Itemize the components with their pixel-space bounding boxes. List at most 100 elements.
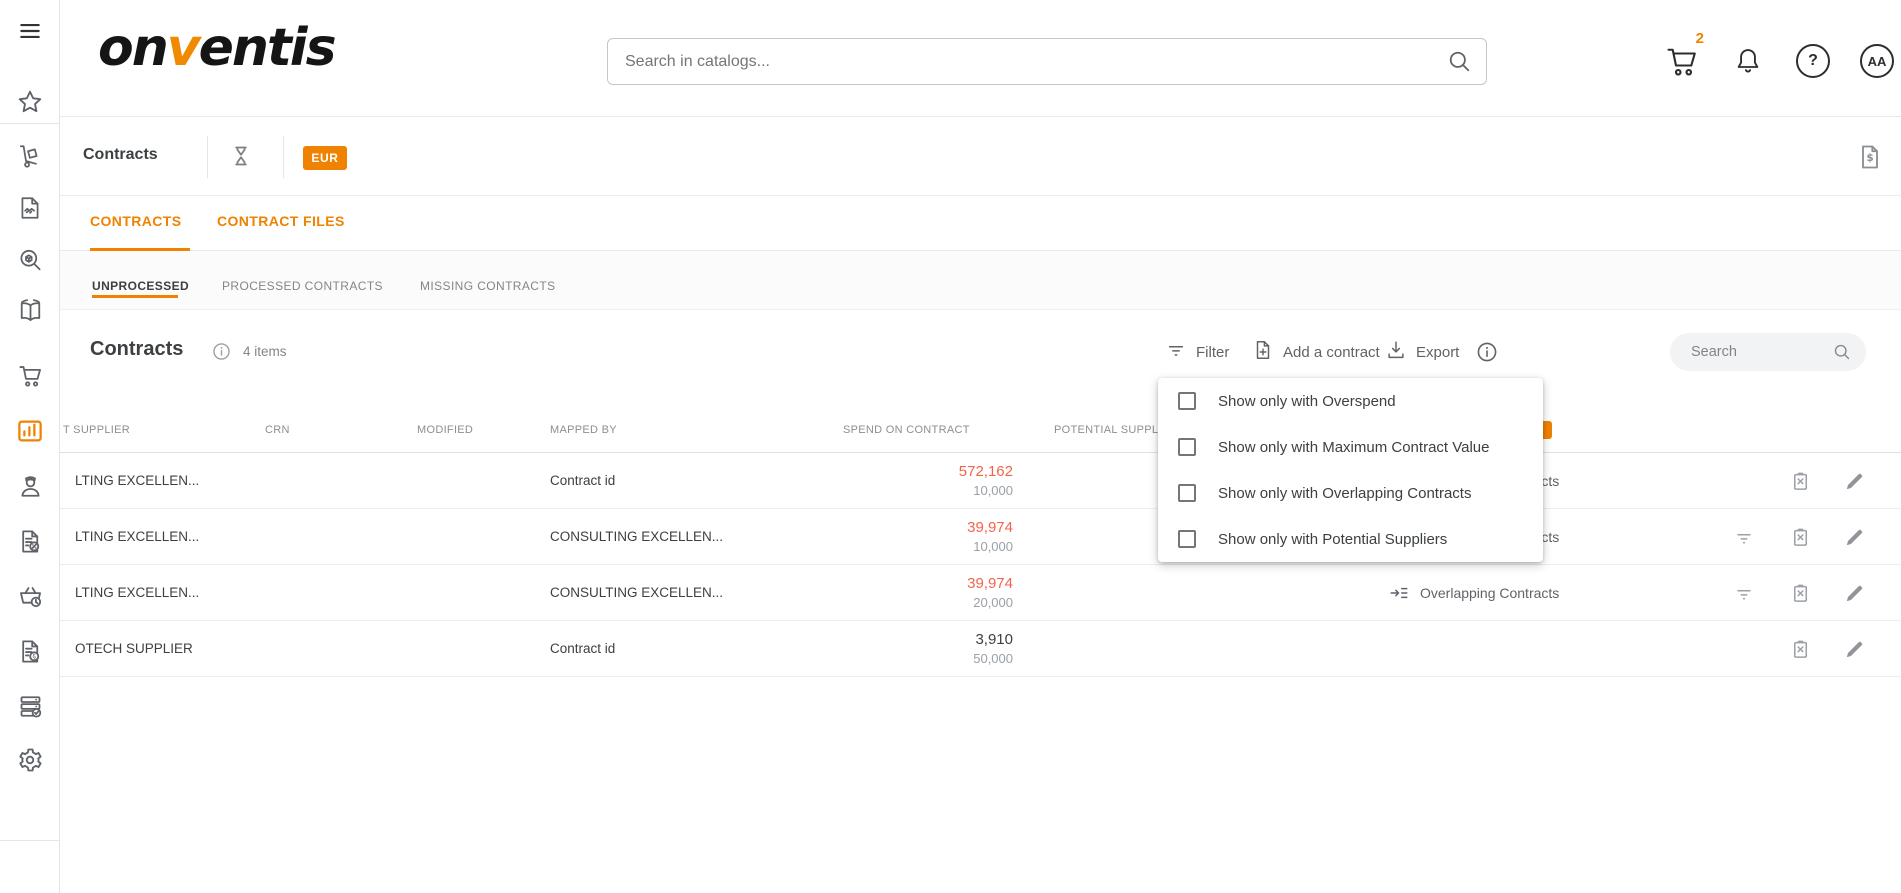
filter-option-max-contract-value[interactable]: Show only with Maximum Contract Value <box>1158 424 1543 470</box>
currency-badge[interactable]: EUR <box>303 146 347 170</box>
app-root: § onventis 2 ? AA Contracts <box>0 0 1901 893</box>
subtab-unprocessed[interactable]: UNPROCESSED <box>92 279 189 293</box>
cart-button[interactable]: 2 <box>1662 38 1702 84</box>
notifications-bell-button[interactable] <box>1728 38 1768 84</box>
filter-option-potential-suppliers[interactable]: Show only with Potential Suppliers <box>1158 516 1543 562</box>
edit-pencil-icon[interactable] <box>1840 467 1868 495</box>
search-icon[interactable] <box>1832 342 1852 367</box>
table-row[interactable]: LTING EXCELLEN... Contract id 572,16210,… <box>60 453 1901 509</box>
row-filter-icon[interactable] <box>1730 523 1758 551</box>
spend-value: 3,910 <box>975 631 1013 648</box>
document-dollar-icon[interactable]: $ <box>1856 143 1884 176</box>
supplier-cell: LTING EXCELLEN... <box>75 565 199 621</box>
product-search-icon[interactable] <box>13 243 47 277</box>
row-filter-icon[interactable] <box>1730 579 1758 607</box>
column-header-crn[interactable]: CRN <box>265 408 290 453</box>
favorites-star-icon[interactable] <box>13 85 47 119</box>
overlapping-contracts-link[interactable]: Overlapping Contracts <box>1388 565 1559 621</box>
spend-value: 39,974 <box>967 575 1013 592</box>
filter-dropdown-menu: Show only with Overspend Show only with … <box>1158 378 1543 562</box>
table-row[interactable]: LTING EXCELLEN... CONSULTING EXCELLEN...… <box>60 565 1901 621</box>
checkbox[interactable] <box>1178 392 1196 410</box>
app-header: onventis 2 ? AA <box>60 0 1901 117</box>
hourglass-icon[interactable] <box>228 143 254 174</box>
divider <box>207 136 208 178</box>
analytics-chart-icon[interactable] <box>13 414 47 448</box>
sidebar-divider <box>0 840 60 841</box>
help-button[interactable]: ? <box>1796 44 1830 78</box>
basket-history-icon[interactable] <box>13 579 47 613</box>
info-icon[interactable] <box>1475 338 1499 366</box>
avatar-initials: AA <box>1868 54 1887 69</box>
contract-paragraph-icon[interactable]: § <box>13 634 47 668</box>
delete-icon[interactable] <box>1786 467 1814 495</box>
invoice-percent-icon[interactable] <box>13 524 47 558</box>
filter-option-label: Show only with Overspend <box>1218 393 1396 410</box>
edit-pencil-icon[interactable] <box>1840 635 1868 663</box>
sidebar: § <box>0 0 60 893</box>
delete-icon[interactable] <box>1786 523 1814 551</box>
delete-icon[interactable] <box>1786 579 1814 607</box>
table-header: T SUPPLIER CRN MODIFIED MAPPED BY SPEND … <box>60 408 1901 453</box>
section-header: Contracts 4 items Filter Add a contract … <box>60 330 1901 374</box>
logo-text: entis <box>199 18 335 78</box>
table-row[interactable]: OTECH SUPPLIER Contract id 3,91050,000 <box>60 621 1901 677</box>
divider <box>283 136 284 178</box>
filter-option-overlapping-contracts[interactable]: Show only with Overlapping Contracts <box>1158 470 1543 516</box>
contract-handshake-icon[interactable] <box>13 191 47 225</box>
mapped-by-cell: CONSULTING EXCELLEN... <box>550 565 723 621</box>
filter-button[interactable]: Filter <box>1165 338 1229 366</box>
subtab-processed-contracts[interactable]: PROCESSED CONTRACTS <box>222 279 383 293</box>
add-contract-button[interactable]: Add a contract <box>1252 338 1380 366</box>
spend-cell: 3,91050,000 <box>843 630 1013 668</box>
tab-contracts[interactable]: CONTRACTS <box>90 213 181 229</box>
onventis-logo[interactable]: onventis <box>98 18 335 78</box>
supplier-cell: LTING EXCELLEN... <box>75 509 199 565</box>
user-profile-icon[interactable] <box>13 469 47 503</box>
filter-option-overspend[interactable]: Show only with Overspend <box>1158 378 1543 424</box>
export-label: Export <box>1416 344 1459 361</box>
download-icon <box>1385 339 1407 365</box>
subtab-missing-contracts[interactable]: MISSING CONTRACTS <box>420 279 555 293</box>
items-count: 4 items <box>243 344 287 359</box>
edit-pencil-icon[interactable] <box>1840 579 1868 607</box>
overlap-arrow-icon <box>1388 582 1410 604</box>
server-check-icon[interactable] <box>13 689 47 723</box>
column-header-supplier[interactable]: T SUPPLIER <box>63 408 130 453</box>
search-icon[interactable] <box>1446 48 1473 80</box>
add-contract-label: Add a contract <box>1283 344 1380 361</box>
table-row[interactable]: LTING EXCELLEN... CONSULTING EXCELLEN...… <box>60 509 1901 565</box>
contracts-content: Contracts 4 items Filter Add a contract … <box>60 310 1901 893</box>
user-avatar[interactable]: AA <box>1860 44 1894 78</box>
filter-label: Filter <box>1196 344 1229 361</box>
catalog-book-icon[interactable] <box>13 293 47 327</box>
handtruck-icon[interactable] <box>13 139 47 173</box>
hamburger-menu-icon[interactable] <box>13 14 47 48</box>
mapped-by-cell: CONSULTING EXCELLEN... <box>550 509 723 565</box>
mapped-by-cell: Contract id <box>550 621 615 677</box>
edit-pencil-icon[interactable] <box>1840 523 1868 551</box>
checkbox[interactable] <box>1178 438 1196 456</box>
checkbox[interactable] <box>1178 484 1196 502</box>
filter-option-label: Show only with Potential Suppliers <box>1218 531 1447 548</box>
info-icon[interactable] <box>211 341 232 367</box>
settings-gear-icon[interactable] <box>13 743 47 777</box>
delete-icon[interactable] <box>1786 635 1814 663</box>
spend-cell: 39,97410,000 <box>843 518 1013 556</box>
svg-text:§: § <box>32 651 36 660</box>
export-button[interactable]: Export <box>1385 338 1459 366</box>
svg-text:$: $ <box>1866 152 1873 164</box>
tab-contract-files[interactable]: CONTRACT FILES <box>217 213 345 229</box>
page-title: Contracts <box>83 146 158 164</box>
column-header-spend[interactable]: SPEND ON CONTRACT <box>843 408 970 453</box>
title-bar: Contracts EUR $ <box>60 117 1901 196</box>
mapped-by-cell: Contract id <box>550 453 615 509</box>
shopping-cart-icon[interactable] <box>13 358 47 392</box>
checkbox[interactable] <box>1178 530 1196 548</box>
column-header-mapped-by[interactable]: MAPPED BY <box>550 408 617 453</box>
catalog-search-input[interactable] <box>607 38 1487 85</box>
filter-option-label: Show only with Maximum Contract Value <box>1218 439 1490 456</box>
sub-tab-bar: UNPROCESSED PROCESSED CONTRACTS MISSING … <box>60 251 1901 310</box>
column-header-modified[interactable]: MODIFIED <box>417 408 473 453</box>
filter-icon <box>1165 339 1187 365</box>
